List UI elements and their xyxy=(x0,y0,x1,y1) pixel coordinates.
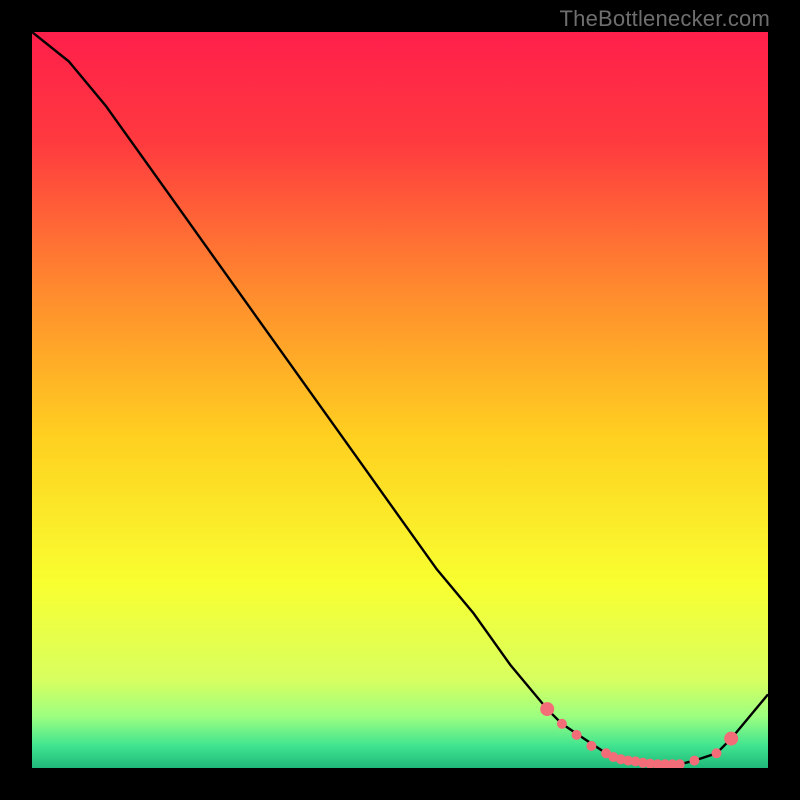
attribution-label: TheBottlenecker.com xyxy=(560,6,770,32)
data-marker xyxy=(557,719,567,729)
chart-plot-area xyxy=(32,32,768,768)
gradient-background xyxy=(32,32,768,768)
chart-frame: TheBottlenecker.com xyxy=(0,0,800,800)
data-marker xyxy=(540,702,554,716)
data-marker xyxy=(712,748,722,758)
data-marker xyxy=(724,732,738,746)
data-marker xyxy=(572,730,582,740)
data-marker xyxy=(689,756,699,766)
data-marker xyxy=(586,741,596,751)
bottleneck-curve-chart xyxy=(32,32,768,768)
